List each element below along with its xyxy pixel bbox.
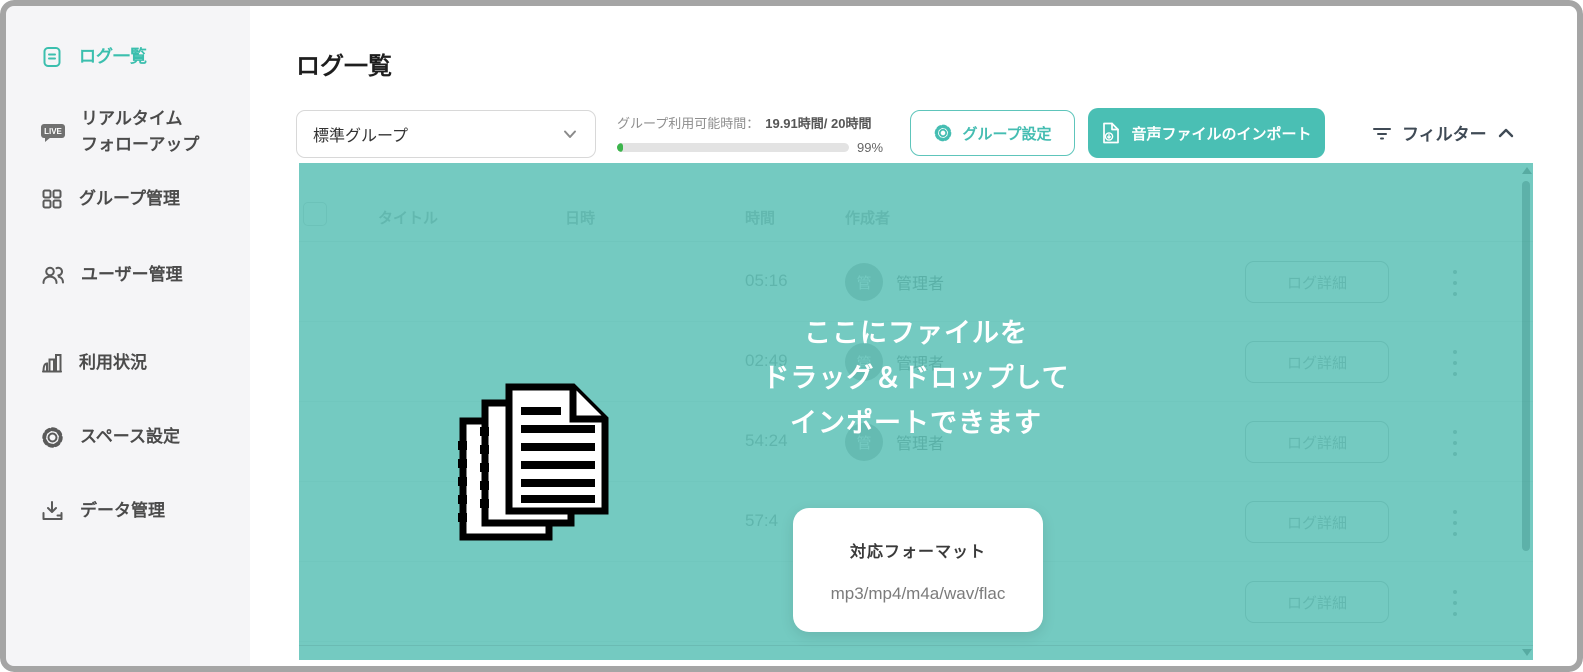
sidebar-item-data-management[interactable]: データ管理 <box>40 498 165 524</box>
sidebar-item-label: ログ一覧 <box>79 44 147 70</box>
filter-label: フィルター <box>1402 120 1487 145</box>
usage-label: グループ利用可能時間： <box>617 113 759 132</box>
sidebar-item-space-settings[interactable]: スペース設定 <box>40 424 180 450</box>
sidebar-item-label: 利用状況 <box>79 350 147 376</box>
gear-icon <box>933 123 953 143</box>
dropzone-message-line: ドラッグ＆ドロップして <box>299 356 1533 401</box>
sidebar-item-label: スペース設定 <box>80 424 180 450</box>
grid-icon <box>40 187 64 211</box>
sidebar-item-group-management[interactable]: グループ管理 <box>40 186 180 212</box>
sidebar: ログ一覧 LIVE リアルタイム フォローアップ グループ管理 ユーザー管理 利… <box>6 6 250 666</box>
sidebar-item-label: データ管理 <box>80 498 165 524</box>
group-select-value: 標準グループ <box>313 122 561 146</box>
chevron-up-icon <box>1497 126 1515 140</box>
scroll-down-arrow-icon[interactable] <box>1522 649 1532 656</box>
file-import-icon <box>1101 122 1121 144</box>
sidebar-item-label: グループ管理 <box>79 186 180 212</box>
bar-chart-icon <box>40 351 64 375</box>
svg-text:LIVE: LIVE <box>44 127 62 136</box>
page-title: ログ一覧 <box>296 46 392 81</box>
dropzone-message-line: インポートできます <box>299 401 1533 446</box>
dropzone-message-line: ここにファイルを <box>299 311 1533 356</box>
scroll-up-arrow-icon[interactable] <box>1522 167 1532 174</box>
app-window: ログ一覧 LIVE リアルタイム フォローアップ グループ管理 ユーザー管理 利… <box>0 0 1583 672</box>
scrollbar-thumb[interactable] <box>1522 181 1530 551</box>
gear-icon <box>40 425 65 450</box>
live-badge-icon: LIVE <box>40 120 66 144</box>
download-tray-icon <box>40 499 65 523</box>
group-settings-label: グループ設定 <box>962 123 1051 144</box>
filter-icon <box>1372 125 1392 141</box>
supported-formats-card: 対応フォーマット mp3/mp4/m4a/wav/flac <box>793 508 1043 632</box>
supported-formats-list: mp3/mp4/m4a/wav/flac <box>793 584 1043 604</box>
sidebar-item-usage-status[interactable]: 利用状況 <box>40 350 147 376</box>
sidebar-item-label: リアルタイム フォローアップ <box>81 106 199 158</box>
import-audio-label: 音声ファイルのインポート <box>1131 123 1311 144</box>
table-bottom-divider <box>299 645 1533 646</box>
supported-formats-title: 対応フォーマット <box>793 538 1043 562</box>
usage-progress-fill <box>617 143 623 152</box>
log-table-area: タイトル 日時 時間 作成者 05:16 管 管理者 ログ詳細 02:49 管 … <box>299 163 1533 660</box>
sidebar-item-log-list[interactable]: ログ一覧 <box>40 44 147 70</box>
group-select-dropdown[interactable]: 標準グループ <box>296 110 596 158</box>
usage-progress-track <box>617 143 849 152</box>
sidebar-item-realtime-followup[interactable]: LIVE リアルタイム フォローアップ <box>40 106 199 158</box>
import-audio-button[interactable]: 音声ファイルのインポート <box>1088 108 1325 158</box>
group-usage-block: グループ利用可能時間： 19.91時間/ 20時間 99% <box>617 113 885 155</box>
filter-toggle[interactable]: フィルター <box>1372 120 1515 145</box>
log-list-icon <box>40 45 64 69</box>
group-settings-button[interactable]: グループ設定 <box>910 110 1075 156</box>
dropzone-message: ここにファイルを ドラッグ＆ドロップして インポートできます <box>299 311 1533 446</box>
chevron-down-icon <box>561 125 579 143</box>
users-icon <box>40 263 66 287</box>
table-scrollbar[interactable] <box>1520 165 1532 646</box>
sidebar-item-user-management[interactable]: ユーザー管理 <box>40 262 183 288</box>
usage-value: 19.91時間/ 20時間 <box>765 113 871 132</box>
dropzone-overlay[interactable]: ここにファイルを ドラッグ＆ドロップして インポートできます 対応フォーマット … <box>299 163 1533 660</box>
usage-percent: 99% <box>857 140 883 155</box>
sidebar-item-label: ユーザー管理 <box>81 262 183 288</box>
